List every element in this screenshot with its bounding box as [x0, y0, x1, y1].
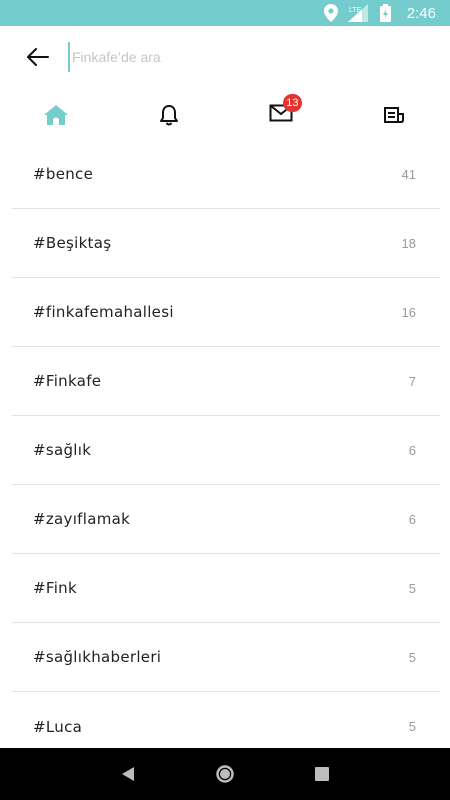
network-type: LTE: [349, 7, 362, 14]
system-back-button[interactable]: [108, 754, 148, 794]
hashtag-count: 6: [408, 442, 416, 458]
hashtag-count: 5: [408, 649, 416, 665]
list-item[interactable]: #Beşiktaş 18: [12, 209, 440, 278]
hashtag-count: 18: [401, 235, 416, 251]
list-item[interactable]: #finkafemahallesi 16: [12, 278, 440, 347]
search-bar: [0, 26, 450, 88]
hashtag-label: #Beşiktaş: [33, 234, 112, 252]
news-icon: [383, 107, 404, 123]
hashtag-label: #sağlıkhaberleri: [33, 648, 162, 666]
hashtag-label: #Luca: [33, 717, 83, 736]
back-button[interactable]: [24, 43, 52, 71]
hashtag-label: #sağlık: [33, 441, 92, 459]
hashtag-count: 5: [408, 580, 416, 596]
hashtag-label: #zayıflamak: [33, 510, 131, 528]
status-bar: LTE 2:46: [0, 0, 450, 26]
list-item[interactable]: #Finkafe 7: [12, 347, 440, 416]
hashtag-list: #bence 41 #Beşiktaş 18 #finkafemahallesi…: [12, 140, 440, 761]
tab-notifications[interactable]: [113, 104, 226, 126]
bell-icon: [159, 105, 178, 126]
home-icon: [44, 105, 69, 125]
clock: 2:46: [406, 4, 436, 22]
list-item[interactable]: #Fink 5: [12, 554, 440, 623]
hashtag-count: 5: [408, 719, 416, 734]
list-item[interactable]: #bence 41: [12, 140, 440, 209]
signal-icon: LTE: [347, 4, 368, 22]
location-icon: [323, 4, 338, 22]
hashtag-count: 7: [408, 373, 416, 389]
home-circle-icon: [216, 765, 234, 783]
search-input[interactable]: [68, 42, 408, 72]
hashtag-label: #finkafemahallesi: [33, 303, 174, 321]
list-item[interactable]: #zayıflamak 6: [12, 485, 440, 554]
battery-charging-icon: [379, 4, 391, 22]
hashtag-count: 6: [408, 511, 416, 527]
hashtag-label: #Fink: [33, 579, 77, 597]
tab-messages[interactable]: 13: [225, 93, 338, 127]
tab-bar: 13: [0, 93, 450, 136]
tab-news[interactable]: [338, 106, 450, 124]
back-triangle-icon: [122, 767, 135, 781]
message-count-badge: 13: [283, 93, 302, 112]
hashtag-count: 41: [401, 166, 416, 182]
system-navigation-bar: [0, 748, 450, 800]
hashtag-label: #Finkafe: [33, 372, 102, 390]
list-item[interactable]: #sağlık 6: [12, 416, 440, 485]
arrow-left-icon: [27, 48, 49, 66]
recents-icon: [314, 767, 329, 781]
system-home-button[interactable]: [205, 754, 245, 794]
hashtag-count: 16: [401, 304, 416, 320]
tab-home[interactable]: [0, 104, 113, 126]
system-recents-button[interactable]: [302, 754, 342, 794]
hashtag-label: #bence: [33, 165, 94, 183]
list-item[interactable]: #sağlıkhaberleri 5: [12, 623, 440, 692]
